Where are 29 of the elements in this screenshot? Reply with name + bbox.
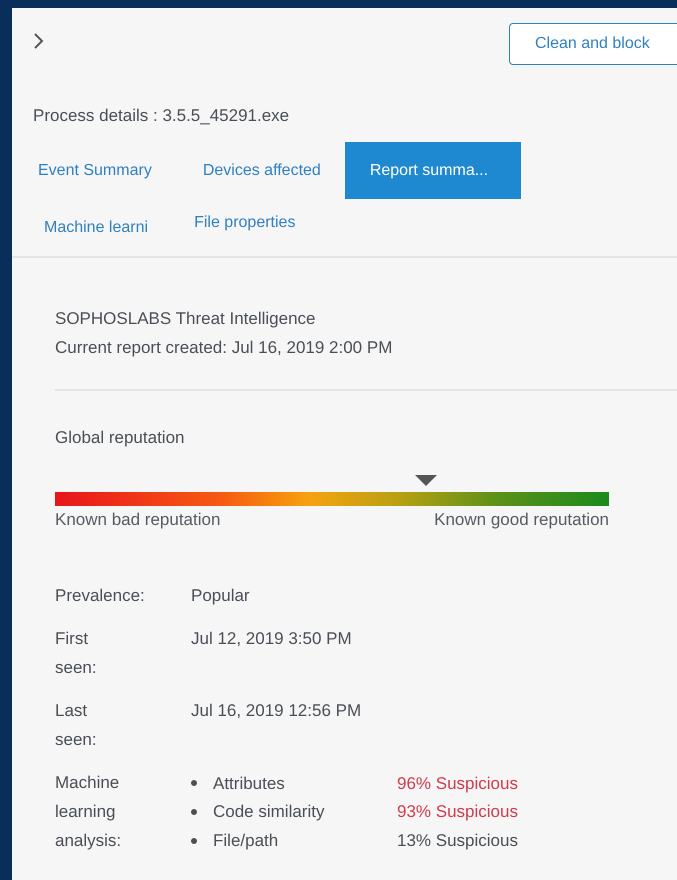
analysis-name: Code similarity [213,801,326,824]
bad-reputation-label: Known bad reputation [55,509,220,531]
bullet-icon [191,838,197,844]
tab[interactable]: Report summa... [344,142,521,199]
expand-icon[interactable] [33,33,45,49]
tab[interactable]: File properties [168,199,316,251]
report-created: Current report created: Jul 16, 2019 2:00 PM [55,337,394,359]
detail-value: Popular [191,585,251,607]
analysis-result: 93% Suspicious [397,801,519,824]
analysis-result: 13% Suspicious [397,830,519,852]
detail-label: First seen: [55,628,97,679]
reputation-title: Global reputation [55,427,186,449]
bullet-icon [191,780,197,786]
tab[interactable]: Machine learni [18,199,168,256]
good-reputation-label: Known good reputation [434,509,609,531]
detail-value: Jul 16, 2019 12:56 PM [191,700,362,722]
detail-label: Last seen: [55,700,97,751]
process-details-title: Process details : 3.5.5_45291.exe [32,105,290,127]
tab[interactable]: Event Summary [18,142,177,199]
tab[interactable]: Devices affected [176,142,345,199]
clean-and-block-button[interactable]: Clean and block [509,23,677,65]
analysis-name: File/path [213,830,280,852]
detail-label: Machine learning analysis: [55,772,122,852]
report-title: SOPHOSLABS Threat Intelligence [55,308,316,330]
bullet-icon [191,808,197,815]
detail-label: Prevalence: [55,585,145,607]
analysis-name: Attributes [213,772,286,795]
analysis-result: 96% Suspicious [397,772,519,795]
detail-value: Jul 12, 2019 3:50 PM [191,628,353,650]
